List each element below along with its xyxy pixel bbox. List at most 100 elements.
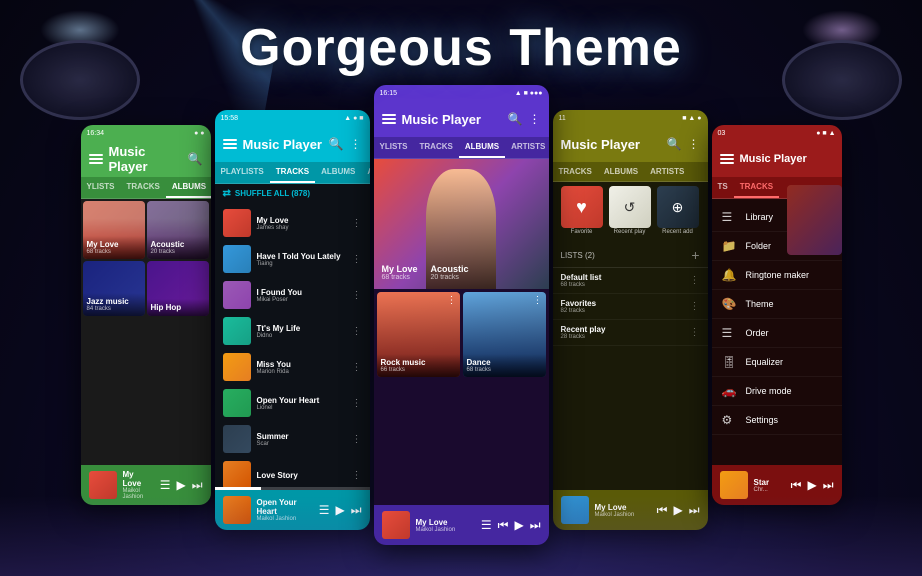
phone1-menu-icon[interactable]: [89, 154, 103, 164]
track-item-5[interactable]: Miss You Marion Rida ⋮: [215, 349, 370, 385]
track-item-1[interactable]: My Love James shay ⋮: [215, 205, 370, 241]
phone4-player-controls[interactable]: ⏮ ▶ ⏭: [657, 503, 700, 518]
phone5-menu-drive[interactable]: 🚗 Drive mode: [712, 377, 842, 406]
track-item-4[interactable]: Tt's My Life Didno ⋮: [215, 313, 370, 349]
phone2-header: Music Player 🔍 ⋮: [215, 126, 370, 162]
phone4-chip-favorite[interactable]: ♥ Favorite: [561, 186, 603, 235]
track-more-2[interactable]: ⋮: [352, 254, 362, 265]
phone2-playlist-icon[interactable]: ☰: [319, 503, 330, 517]
phone4-playlist-favorites[interactable]: Favorites 82 tracks ⋮: [553, 294, 708, 320]
track-item-2[interactable]: Have I Told You Lately Tiaing ⋮: [215, 241, 370, 277]
phone3-play-icon[interactable]: ▶: [514, 518, 523, 532]
rock-more-icon[interactable]: ⋮: [447, 295, 457, 306]
phone5-tab-tracks[interactable]: TRACKS: [734, 177, 779, 198]
phone4-tab-artists[interactable]: ARTISTS: [644, 162, 690, 181]
phone5-menu-ringtone[interactable]: 🔔 Ringtone maker: [712, 261, 842, 290]
phone3-tab-playlists[interactable]: YLISTS: [374, 137, 414, 158]
phone3-playlist-icon[interactable]: ☰: [481, 518, 492, 532]
phone4-recent-add-box: ⊕: [657, 186, 699, 228]
phone5-player-controls[interactable]: ⏮ ▶ ⏭: [791, 478, 834, 493]
phone2-tab-playlists[interactable]: PLAYLISTS: [215, 162, 270, 183]
phone2-search-icon[interactable]: 🔍: [329, 137, 344, 151]
phone2-tab-albums[interactable]: ALBUMS: [315, 162, 361, 183]
phone4-next-icon[interactable]: ⏭: [689, 503, 700, 518]
phone4-statusbar: 11 ■ ▲ ●: [553, 110, 708, 126]
track-more-4[interactable]: ⋮: [352, 326, 362, 337]
phone3-player-controls[interactable]: ☰ ⏮ ▶ ⏭: [481, 518, 541, 533]
phone4-add-list-icon[interactable]: +: [691, 247, 699, 263]
track-more-8[interactable]: ⋮: [352, 470, 362, 481]
phone1-search-icon[interactable]: 🔍: [188, 152, 203, 166]
phone2-player-controls[interactable]: ☰ ▶ ⏭: [319, 503, 362, 518]
phone4-play-icon[interactable]: ▶: [673, 503, 682, 517]
phone1-next-icon[interactable]: ⏭: [192, 478, 203, 493]
phone2-tab-artists[interactable]: ARTI...: [361, 162, 369, 183]
phone3-more-icon[interactable]: ⋮: [529, 112, 541, 126]
phone4-prev-icon[interactable]: ⏮: [657, 503, 668, 518]
phone3-menu-icon[interactable]: [382, 114, 396, 124]
phone1-album-grid: My Love 68 tracks Acoustic 20 tracks: [81, 199, 211, 261]
phone2-play-icon[interactable]: ▶: [335, 503, 344, 517]
phone4-search-icon[interactable]: 🔍: [667, 137, 682, 151]
phone3-tab-tracks[interactable]: TRACKS: [414, 137, 459, 158]
phone4-playlist-favorites-more[interactable]: ⋮: [690, 301, 700, 312]
track-info-6: Open Your Heart Lionel: [257, 396, 346, 411]
phone2-tab-tracks[interactable]: TRACKS: [270, 162, 315, 183]
phone4-playlist-default-info: Default list 68 tracks: [561, 273, 684, 288]
track-item-3[interactable]: I Found You Mikai Poser ⋮: [215, 277, 370, 313]
track-more-6[interactable]: ⋮: [352, 398, 362, 409]
phone5-play-icon[interactable]: ▶: [807, 478, 816, 492]
phone2-player-thumb: [223, 496, 251, 524]
phone5-menu-equalizer[interactable]: 🎚 Equalizer: [712, 348, 842, 377]
phone1-nav: YLISTS TRACKS ALBUMS ARTISTS: [81, 177, 211, 199]
phone1-tab-tracks[interactable]: TRACKS: [121, 177, 166, 198]
phone4-playlist-default[interactable]: Default list 68 tracks ⋮: [553, 268, 708, 294]
phone5-menu-theme[interactable]: 🎨 Theme: [712, 290, 842, 319]
phone1-player-controls[interactable]: ☰ ▶ ⏭: [160, 478, 203, 493]
phone1-tab-albums[interactable]: ALBUMS: [166, 177, 211, 198]
phone3-tab-albums[interactable]: ALBUMS: [459, 137, 505, 158]
track-item-7[interactable]: Summer Scar ⋮: [215, 421, 370, 457]
phone2-more-icon[interactable]: ⋮: [350, 137, 362, 151]
phone3-dance-card[interactable]: Dance 68 tracks ⋮: [463, 292, 546, 377]
phone1-playlist-icon[interactable]: ☰: [160, 478, 171, 492]
track-more-5[interactable]: ⋮: [352, 362, 362, 373]
track-item-6[interactable]: Open Your Heart Lionel ⋮: [215, 385, 370, 421]
phone3-search-icon[interactable]: 🔍: [508, 112, 523, 126]
track-more-3[interactable]: ⋮: [352, 290, 362, 301]
phone5-prev-icon[interactable]: ⏮: [791, 478, 802, 493]
phone1-album-card-2[interactable]: Acoustic 20 tracks: [147, 201, 209, 259]
phone4-tab-tracks[interactable]: TRACKS: [553, 162, 598, 181]
phone4-chip-recent-add[interactable]: ⊕ Recent add: [657, 186, 699, 235]
phone5-menu-order[interactable]: ☰ Order: [712, 319, 842, 348]
phone1-album-card-1[interactable]: My Love 68 tracks: [83, 201, 145, 259]
phone2-shuffle-bar[interactable]: ⇄ SHUFFLE ALL (878): [215, 184, 370, 203]
phone1-jazz-card[interactable]: Jazz music 84 tracks: [83, 261, 145, 316]
dance-more-icon[interactable]: ⋮: [533, 295, 543, 306]
phone3-rock-card[interactable]: Rock music 66 tracks ⋮: [377, 292, 460, 377]
phone4-recent-play-box: ↺: [609, 186, 651, 228]
phone5-next-icon[interactable]: ⏭: [823, 478, 834, 493]
phone4-playlist-recent[interactable]: Recent play 28 tracks ⋮: [553, 320, 708, 346]
phone3-featured-info: My Love 68 tracks: [382, 264, 418, 281]
phone2-next-icon[interactable]: ⏭: [351, 503, 362, 518]
phone3-next-icon[interactable]: ⏭: [530, 518, 541, 533]
phone4-chip-recent-play[interactable]: ↺ Recent play: [609, 186, 651, 235]
track-more-7[interactable]: ⋮: [352, 434, 362, 445]
phone3-prev-icon[interactable]: ⏮: [498, 518, 509, 533]
phone4-more-icon[interactable]: ⋮: [688, 137, 700, 151]
phone4-playlist-default-more[interactable]: ⋮: [690, 275, 700, 286]
phone3-tab-artists[interactable]: ARTISTS: [505, 137, 548, 158]
track-thumb-3: [223, 281, 251, 309]
phone1-hiphop-card[interactable]: Hip Hop: [147, 261, 209, 316]
phone5-menu-icon[interactable]: [720, 154, 734, 164]
phone1-play-icon[interactable]: ▶: [176, 478, 185, 492]
track-more-1[interactable]: ⋮: [352, 218, 362, 229]
phone2-menu-icon[interactable]: [223, 139, 237, 149]
phone4-tab-albums[interactable]: ALBUMS: [598, 162, 644, 181]
phone3-player-info: My Love Maikol Jashion: [416, 518, 475, 533]
phone5-tab-ts[interactable]: TS: [712, 177, 734, 198]
phone1-tab-playlists[interactable]: YLISTS: [81, 177, 121, 198]
phone5-menu-settings[interactable]: ⚙ Settings: [712, 406, 842, 435]
phone4-playlist-recent-more[interactable]: ⋮: [690, 327, 700, 338]
